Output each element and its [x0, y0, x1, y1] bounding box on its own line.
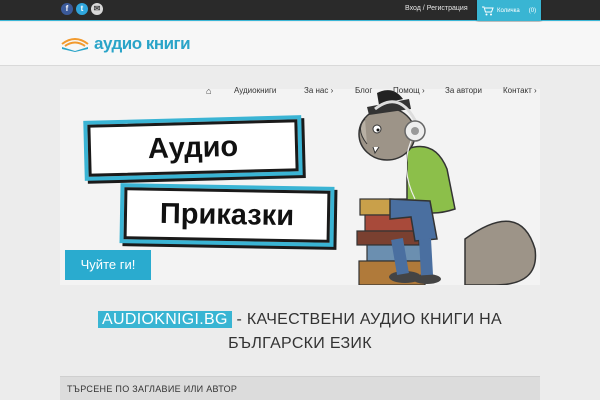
cart-button[interactable]: Количка (0) [477, 0, 541, 21]
top-bar: f t ✉ Вход / Регистрация Количка (0) [0, 0, 600, 21]
login-link[interactable]: Вход [405, 5, 421, 12]
site-logo[interactable]: аудио книги [60, 34, 191, 54]
nav-item-contact[interactable]: Контакт › [503, 86, 537, 95]
nav-item-about[interactable]: За нас › [304, 86, 333, 95]
nav-item-authors[interactable]: За автори [445, 86, 482, 95]
search-title: ТЪРСЕНЕ ПО ЗАГЛАВИЕ ИЛИ АВТОР [67, 384, 238, 394]
cart-label: Количка [497, 7, 520, 14]
listen-button[interactable]: Чуйте ги! [65, 250, 151, 280]
search-panel: ТЪРСЕНЕ ПО ЗАГЛАВИЕ ИЛИ АВТОР [60, 376, 540, 400]
banner-sign-audio: Аудио [87, 119, 299, 177]
home-icon[interactable]: ⌂ [206, 86, 211, 96]
social-links: f t ✉ [61, 3, 103, 15]
logo-text: аудио книги [94, 34, 191, 53]
cart-count: (0) [528, 7, 537, 14]
squirrel-mascot-illustration [356, 90, 537, 285]
tagline-text: - КАЧЕСТВЕНИ АУДИО КНИГИ НА [231, 311, 502, 328]
site-header: аудио книги [0, 22, 600, 66]
nav-item-audiobooks[interactable]: Аудиокниги [234, 86, 276, 95]
cart-icon [482, 6, 494, 15]
site-tagline: AUDIOKNIGI.BG - КАЧЕСТВЕНИ АУДИО КНИГИ Н… [60, 308, 540, 356]
login-links: Вход / Регистрация [405, 5, 468, 12]
nav-item-blog[interactable]: Блог [355, 86, 372, 95]
nav-item-help[interactable]: Помощ › [393, 86, 425, 95]
facebook-icon[interactable]: f [61, 3, 73, 15]
twitter-icon[interactable]: t [76, 3, 88, 15]
hero-banner[interactable]: Аудио Приказки Чуйте ги! [60, 89, 540, 285]
tagline-line2: БЪЛГАРСКИ ЕЗИК [228, 335, 372, 352]
site-name-badge: AUDIOKNIGI.BG [98, 311, 232, 328]
login-separator: / [422, 5, 425, 12]
mail-icon[interactable]: ✉ [91, 3, 103, 15]
main-nav: ⌂ Аудиокниги За нас › Блог Помощ › За ав… [200, 86, 540, 98]
logo-book-icon [61, 38, 89, 52]
register-link[interactable]: Регистрация [427, 5, 468, 12]
banner-sign-tales: Приказки [123, 187, 331, 243]
